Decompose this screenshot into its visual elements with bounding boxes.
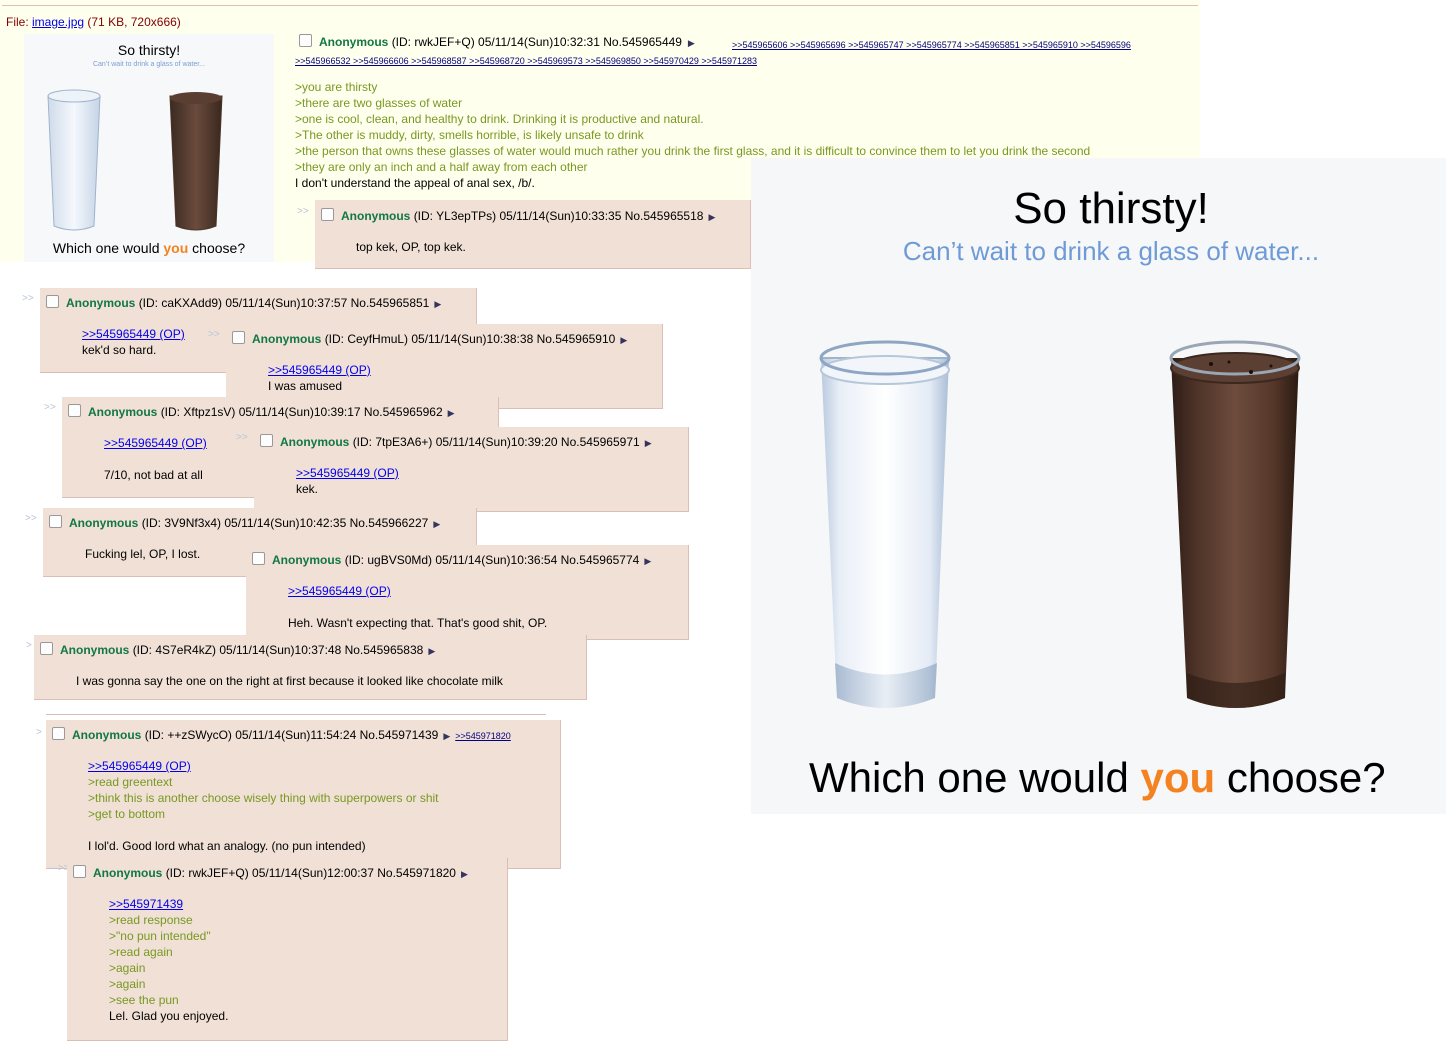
reply-message: >>545965449 (OP) >read greentext >think … (88, 758, 439, 853)
select-checkbox[interactable] (46, 295, 59, 308)
post-menu-icon[interactable]: ▶ (685, 38, 695, 48)
post-menu-icon[interactable]: ▶ (456, 869, 468, 879)
reply-arrows-icon: >> (25, 513, 37, 524)
greentext-line: >you are thirsty (295, 80, 378, 94)
post-menu-icon[interactable]: ▶ (428, 519, 440, 529)
op-select-checkbox[interactable] (299, 34, 312, 47)
quote-link[interactable]: >>545965449 (OP) (288, 583, 547, 599)
op-backlinks-row1[interactable]: >>545965606 >>545965696 >>545965747 >>54… (732, 37, 1200, 51)
file-info: File: image.jpg (71 KB, 720x666) (6, 15, 181, 29)
op-header: Anonymous (ID: rwkJEF+Q) 05/11/14(Sun)10… (319, 35, 695, 49)
reply-message: I was gonna say the one on the right at … (76, 674, 503, 688)
post-menu-icon[interactable]: ▶ (443, 408, 455, 418)
op-thumbnail[interactable]: So thirsty! Can’t wait to drink a glass … (24, 34, 274, 262)
reply-arrows-icon: >> (208, 329, 220, 340)
reply-arrows-icon: > (26, 640, 32, 651)
greentext-line: >the person that owns these glasses of w… (295, 144, 1091, 158)
expanded-image[interactable]: So thirsty! Can’t wait to drink a glass … (751, 158, 1446, 814)
reply-message: >>545965449 (OP) kek. (296, 465, 399, 496)
reply-message: >>545965449 (OP) kek'd so hard. (82, 326, 185, 357)
select-checkbox[interactable] (52, 727, 65, 740)
glasses-illustration (819, 340, 1301, 708)
reply-message: >>545965449 (OP) I was amused (268, 362, 371, 393)
select-checkbox[interactable] (232, 331, 245, 344)
post-menu-icon[interactable]: ▶ (703, 212, 715, 222)
post-menu-icon[interactable]: ▶ (615, 335, 627, 345)
thumb-glasses (47, 89, 223, 231)
greentext-line: >there are two glasses of water (295, 96, 463, 110)
reply-header: Anonymous (ID: YL3epTPs) 05/11/14(Sun)10… (341, 209, 716, 223)
backlink[interactable]: >>545971820 (455, 731, 511, 741)
post-menu-icon[interactable]: ▶ (640, 438, 652, 448)
reply-message: >>545971439 >read response >"no pun inte… (109, 896, 229, 1023)
post-menu-icon[interactable]: ▶ (438, 731, 455, 741)
thumb-bottom-text: Which one would you choose? (52, 240, 246, 256)
reply-arrows-icon: > (36, 727, 42, 738)
reply-message: Fucking lel, OP, I lost. (85, 547, 201, 561)
quote-link[interactable]: >>545965449 (OP) (82, 326, 185, 342)
select-checkbox[interactable] (49, 515, 62, 528)
reply-arrows-icon: >> (236, 432, 248, 443)
reply-header: Anonymous (ID: rwkJEF+Q) 05/11/14(Sun)12… (93, 866, 468, 880)
quote-link[interactable]: >>545971439 (109, 896, 228, 912)
file-meta: (71 KB, 720x666) (87, 15, 181, 29)
greentext-line: >The other is muddy, dirty, smells horri… (295, 128, 644, 142)
op-backlinks-row2[interactable]: >>545966532 >>545966606 >>545968587 >>54… (295, 53, 757, 67)
reply-header: Anonymous (ID: 3V9Nf3x4) 05/11/14(Sun)10… (69, 516, 441, 530)
post-menu-icon[interactable]: ▶ (639, 556, 651, 566)
quote-link[interactable]: >>545965449 (OP) (268, 362, 371, 378)
reply-arrows-icon: >> (297, 206, 309, 217)
reply-header: Anonymous (ID: 4S7eR4kZ) 05/11/14(Sun)10… (60, 643, 436, 657)
reply-header: Anonymous (ID: caKXAdd9) 05/11/14(Sun)10… (66, 296, 442, 310)
reply-header: Anonymous (ID: CeyfHmuL) 05/11/14(Sun)10… (252, 332, 628, 346)
reply-header: Anonymous (ID: ++zSWycO) 05/11/14(Sun)11… (72, 728, 511, 742)
greentext-line: >one is cool, clean, and healthy to drin… (295, 112, 704, 126)
quote-link[interactable]: >>545965449 (OP) (104, 435, 207, 451)
reply-message: >>545965449 (OP) 7/10, not bad at all (104, 435, 207, 482)
post-menu-icon[interactable]: ▶ (429, 299, 441, 309)
select-checkbox[interactable] (73, 865, 86, 878)
select-checkbox[interactable] (260, 434, 273, 447)
post-menu-icon[interactable]: ▶ (423, 646, 435, 656)
reply-header: Anonymous (ID: 7tpE3A6+) 05/11/14(Sun)10… (280, 435, 652, 449)
file-link[interactable]: image.jpg (32, 15, 84, 29)
quote-link[interactable]: >>545965449 (OP) (88, 758, 439, 774)
quote-link[interactable]: >>545965449 (OP) (296, 465, 399, 481)
image-bottom-text: Which one would you choose? (809, 754, 1386, 801)
reply-arrows-icon: >> (22, 293, 34, 304)
reply-message: >>545965449 (OP) Heh. Wasn't expecting t… (288, 583, 548, 630)
post-meta[interactable]: (ID: rwkJEF+Q) 05/11/14(Sun)10:32:31 No.… (392, 35, 682, 49)
poster-name: Anonymous (319, 35, 389, 49)
reply-header: Anonymous (ID: ugBVS0Md) 05/11/14(Sun)10… (272, 553, 652, 567)
file-label: File: (6, 15, 29, 29)
select-checkbox[interactable] (321, 208, 334, 221)
reply-header: Anonymous (ID: Xftpz1sV) 05/11/14(Sun)10… (88, 405, 455, 419)
select-checkbox[interactable] (40, 642, 53, 655)
select-checkbox[interactable] (252, 552, 265, 565)
divider (46, 714, 546, 715)
reply-message: top kek, OP, top kek. (356, 240, 466, 254)
divider (2, 5, 1198, 6)
select-checkbox[interactable] (68, 404, 81, 417)
reply-arrows-icon: >> (44, 402, 56, 413)
